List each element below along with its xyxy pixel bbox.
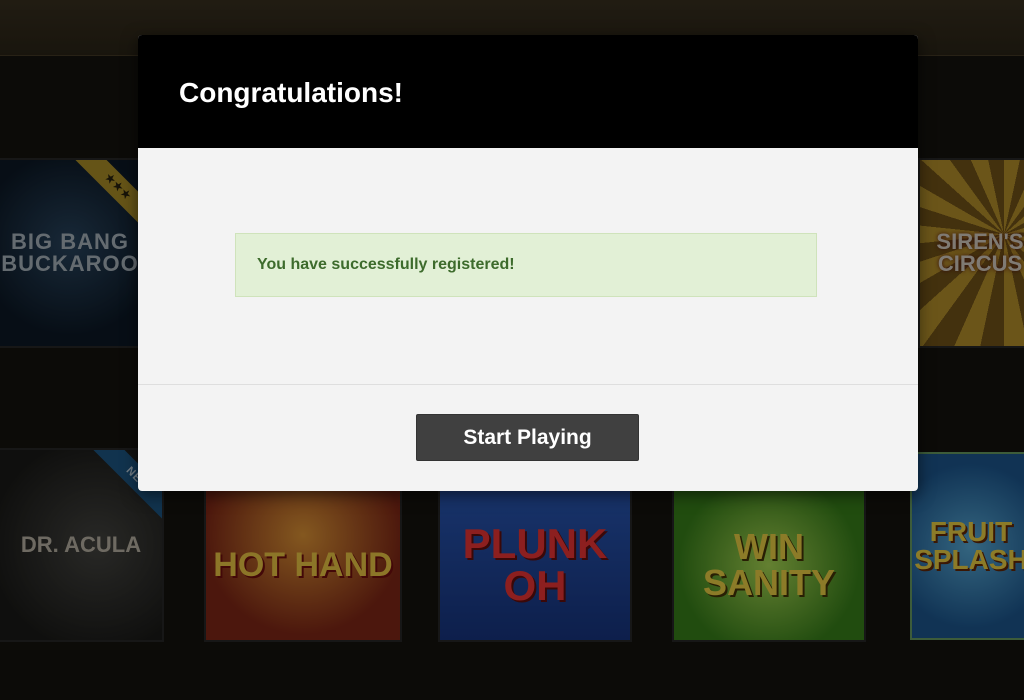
- modal-title: Congratulations!: [179, 76, 403, 108]
- modal-footer: Start Playing: [138, 385, 918, 491]
- success-alert: You have successfully registered!: [235, 233, 817, 297]
- success-message: You have successfully registered!: [257, 256, 515, 273]
- modal-body: You have successfully registered!: [138, 148, 918, 384]
- registration-success-modal: Congratulations! You have successfully r…: [138, 35, 918, 491]
- modal-header: Congratulations!: [138, 35, 918, 148]
- start-playing-button[interactable]: Start Playing: [416, 414, 639, 461]
